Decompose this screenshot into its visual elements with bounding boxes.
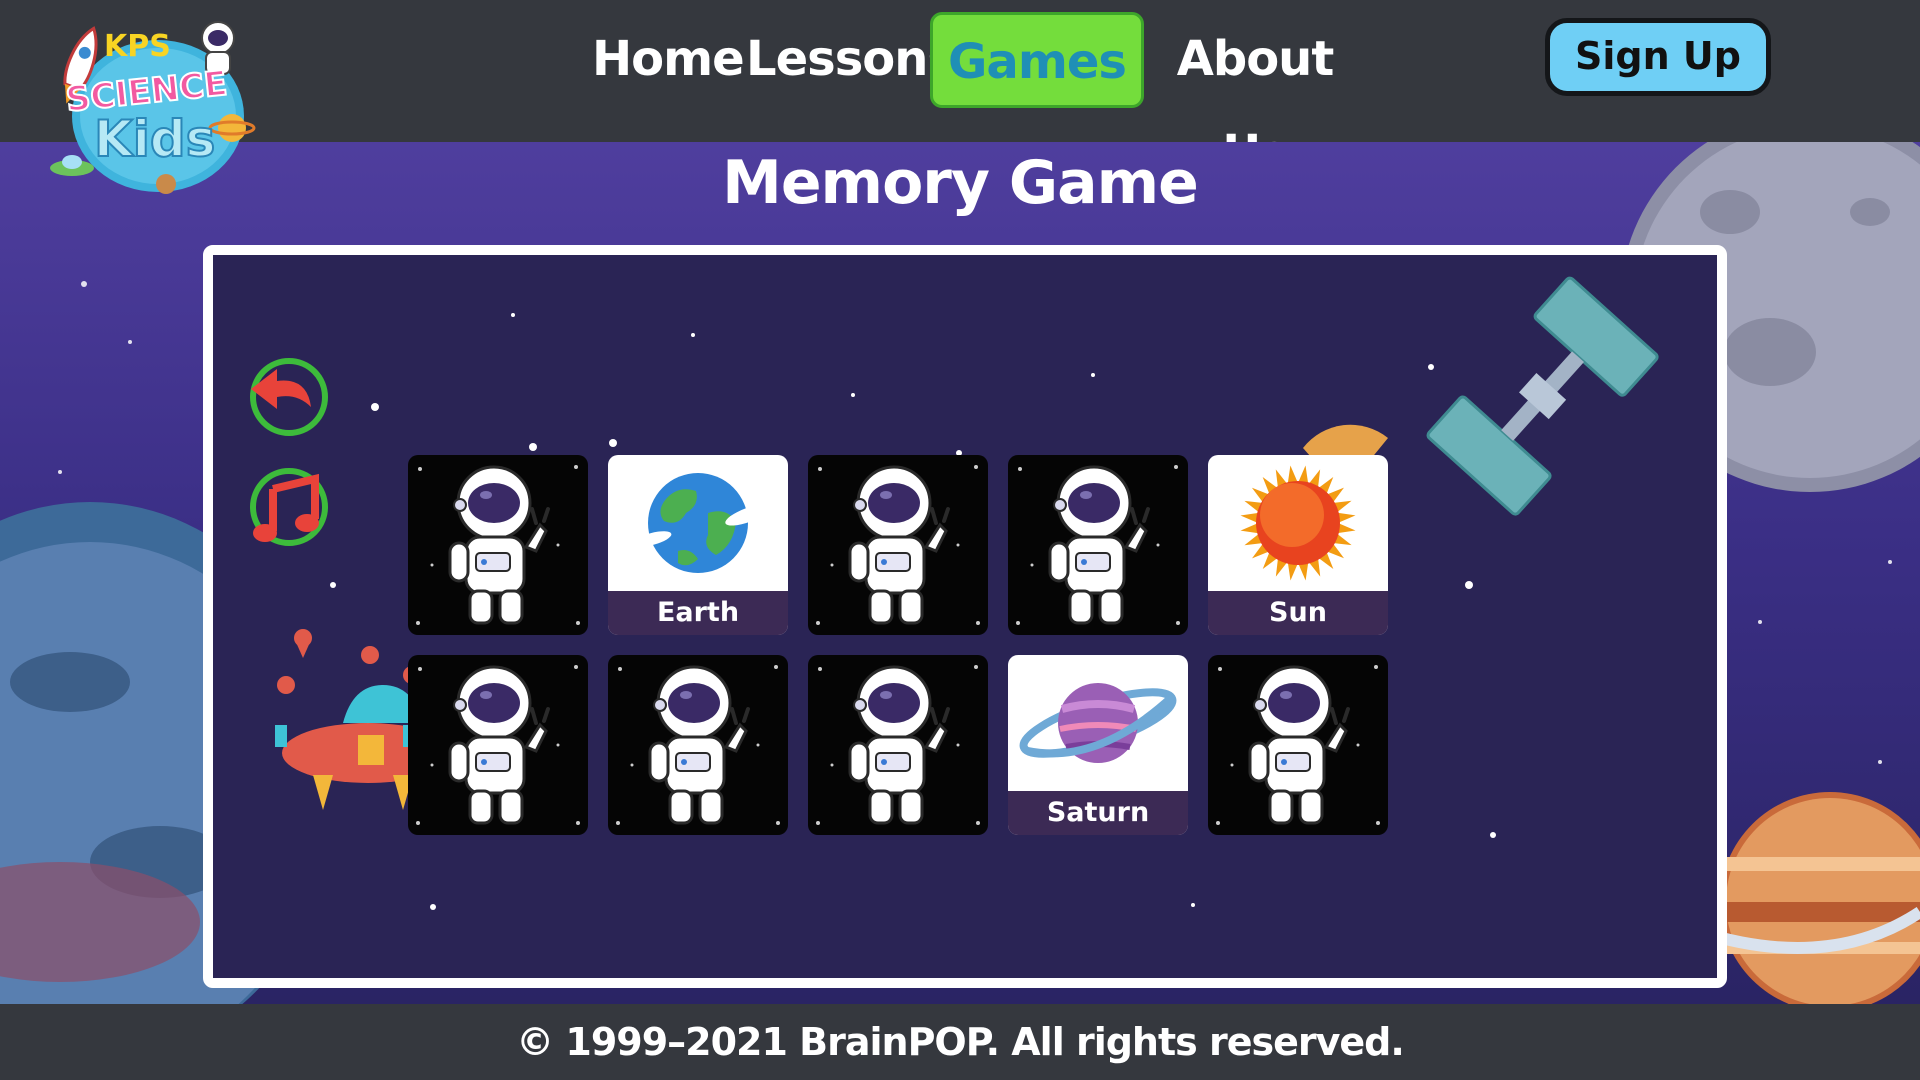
undo-arrow-icon: [250, 358, 328, 436]
nav-games[interactable]: Games: [930, 12, 1144, 108]
card-label: Earth: [608, 591, 788, 635]
card-hidden[interactable]: [1208, 655, 1388, 835]
undo-button[interactable]: [245, 355, 329, 439]
card-hidden[interactable]: [408, 655, 588, 835]
card-hidden[interactable]: [808, 655, 988, 835]
nav-about-us[interactable]: About Us: [1150, 12, 1360, 181]
nav-lessons[interactable]: Lessons: [746, 12, 956, 106]
nav-home[interactable]: Home: [592, 12, 745, 106]
sign-up-button[interactable]: Sign Up: [1545, 18, 1771, 96]
card-label: Sun: [1208, 591, 1388, 635]
music-note-icon: [250, 468, 328, 546]
card-label: Saturn: [1008, 791, 1188, 835]
planet-right: [1698, 792, 1920, 1004]
card-hidden[interactable]: [408, 455, 588, 635]
card-sun[interactable]: Sun: [1208, 455, 1388, 635]
satellite-decor: [1426, 276, 1659, 516]
page-title: Memory Game: [722, 148, 1199, 218]
card-saturn[interactable]: Saturn: [1008, 655, 1188, 835]
card-hidden[interactable]: [808, 455, 988, 635]
music-button[interactable]: [245, 465, 329, 549]
card-hidden[interactable]: [608, 655, 788, 835]
footer-copyright: © 1999–2021 BrainPOP. All rights reserve…: [0, 1004, 1920, 1080]
kps-science-kids-logo[interactable]: KPS SCIENCE Kids: [46, 16, 256, 196]
card-earth[interactable]: Earth: [608, 455, 788, 635]
card-hidden[interactable]: [1008, 455, 1188, 635]
logo-graphic: KPS SCIENCE Kids: [50, 21, 256, 194]
memory-game-board: Earth Sun Saturn: [203, 245, 1727, 988]
top-header: Home Lessons Games About Us Sign Up: [0, 0, 1920, 181]
svg-text:KPS: KPS: [104, 29, 171, 64]
svg-text:Kids: Kids: [94, 110, 215, 168]
